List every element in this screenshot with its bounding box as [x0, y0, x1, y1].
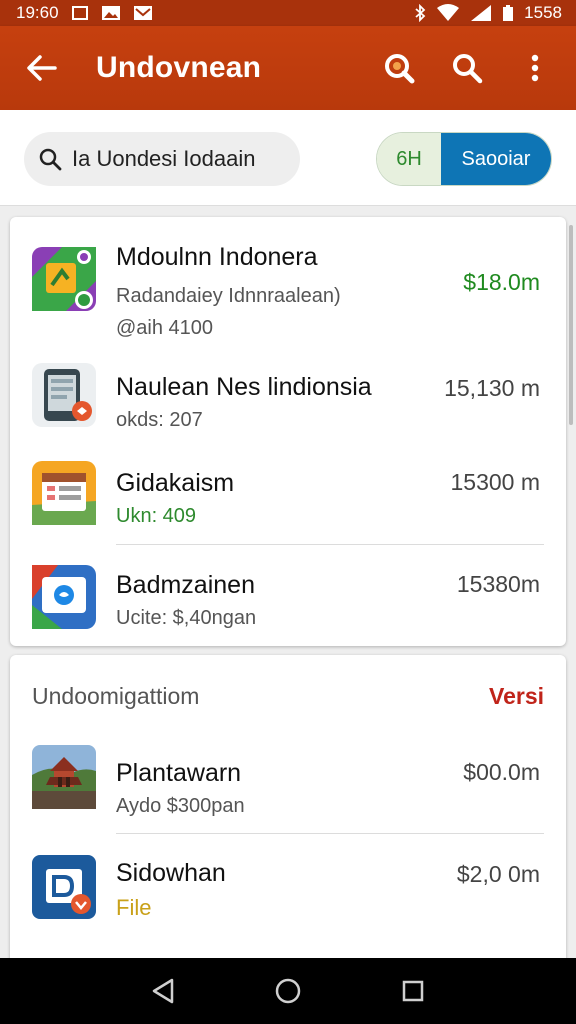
section-title: Undoomigattiom: [32, 683, 200, 709]
item-subtitle: okds: 207: [116, 409, 203, 431]
nav-home-button[interactable]: [263, 966, 313, 1016]
list-item[interactable]: Naulean Nes lindionsia okds: 207 15,130 …: [10, 357, 566, 447]
list-item[interactable]: Mdoulnn Indonera Radandaiey Idnnraalean)…: [10, 217, 566, 347]
app-icon-calendar: [32, 461, 96, 525]
more-options-button[interactable]: [508, 41, 562, 95]
scrollbar[interactable]: [569, 225, 573, 425]
nav-back-button[interactable]: [138, 966, 188, 1016]
mail-icon: [133, 5, 153, 21]
list-item[interactable]: Sidowhan File $2,0 0m: [10, 845, 566, 941]
lens-search-button[interactable]: [372, 41, 426, 95]
back-arrow-icon: [27, 55, 57, 81]
divider: [116, 544, 544, 545]
item-title: Sidowhan: [116, 859, 226, 887]
section-card: Undoomigattiom Versi Plantawarn Aydo $30…: [10, 655, 566, 965]
app-title: Undovnean: [96, 51, 262, 84]
segment-right[interactable]: Saooiar: [441, 133, 551, 185]
section-link[interactable]: Versi: [489, 683, 544, 710]
list-item[interactable]: Gidakaism Ukn: 409 15300 m: [10, 453, 566, 543]
app-bar: Undovnean: [0, 26, 576, 110]
app-icon-media: [32, 565, 96, 629]
item-subtitle: Aydo $300pan: [116, 795, 245, 817]
item-price: $18.0m: [463, 269, 540, 295]
back-button[interactable]: [20, 46, 64, 90]
nav-home-icon: [275, 978, 301, 1004]
item-price: $2,0 0m: [456, 861, 540, 887]
item-price: 15300 m: [450, 469, 540, 495]
item-title: Gidakaism: [116, 469, 235, 497]
item-price: $00.0m: [463, 759, 540, 785]
item-subtitle: Radandaiey Idnnraalean): [116, 285, 341, 307]
search-button[interactable]: [440, 41, 494, 95]
battery-icon: [502, 4, 514, 22]
search-input[interactable]: Ia Uondesi Iodaain: [24, 132, 300, 186]
item-title: Badmzainen: [116, 571, 255, 599]
signal-icon: [470, 4, 492, 22]
more-vert-icon: [531, 54, 539, 82]
item-meta: @aih 4100: [116, 317, 214, 339]
search-zone: Ia Uondesi Iodaain 6H Saooiar: [0, 110, 576, 206]
image-icon: [101, 5, 121, 21]
item-title: Mdoulnn Indonera: [116, 243, 318, 271]
nav-back-icon: [152, 978, 173, 1004]
search-icon: [39, 148, 62, 171]
item-subtitle: File: [116, 895, 152, 920]
nav-recents-button[interactable]: [388, 966, 438, 1016]
battery-level: 1558: [524, 3, 562, 22]
status-time: 19:60: [16, 3, 59, 22]
segmented-control: 6H Saooiar: [376, 132, 552, 186]
wifi-icon: [436, 4, 460, 22]
lens-search-icon: [385, 54, 415, 84]
app-icon-temple: [32, 745, 96, 809]
bluetooth-icon: [414, 4, 426, 22]
app-icon-phone: [32, 363, 96, 427]
list-item[interactable]: Plantawarn Aydo $300pan $00.0m: [10, 739, 566, 835]
item-subtitle: Ukn: 409: [116, 505, 197, 527]
segment-left[interactable]: 6H: [377, 133, 441, 185]
status-bar: 19:60 1558: [0, 0, 576, 26]
item-price: 15380m: [456, 571, 540, 597]
search-query: Ia Uondesi Iodaain: [72, 146, 256, 171]
app-icon-maps: [32, 247, 96, 311]
search-icon: [453, 54, 483, 84]
app-icon-document: [32, 855, 96, 919]
list-item[interactable]: Badmzainen Ucite: $,40ngan 15380m: [10, 555, 566, 645]
item-title: Naulean Nes lindionsia: [116, 373, 372, 401]
item-title: Plantawarn: [116, 759, 242, 787]
notification-icon: [71, 5, 89, 21]
divider: [116, 833, 544, 834]
item-subtitle: Ucite: $,40ngan: [116, 607, 257, 629]
item-price: 15,130 m: [444, 375, 540, 401]
results-card: Mdoulnn Indonera Radandaiey Idnnraalean)…: [10, 217, 566, 646]
system-nav-bar: [0, 958, 576, 1024]
nav-recents-icon: [403, 980, 424, 1002]
